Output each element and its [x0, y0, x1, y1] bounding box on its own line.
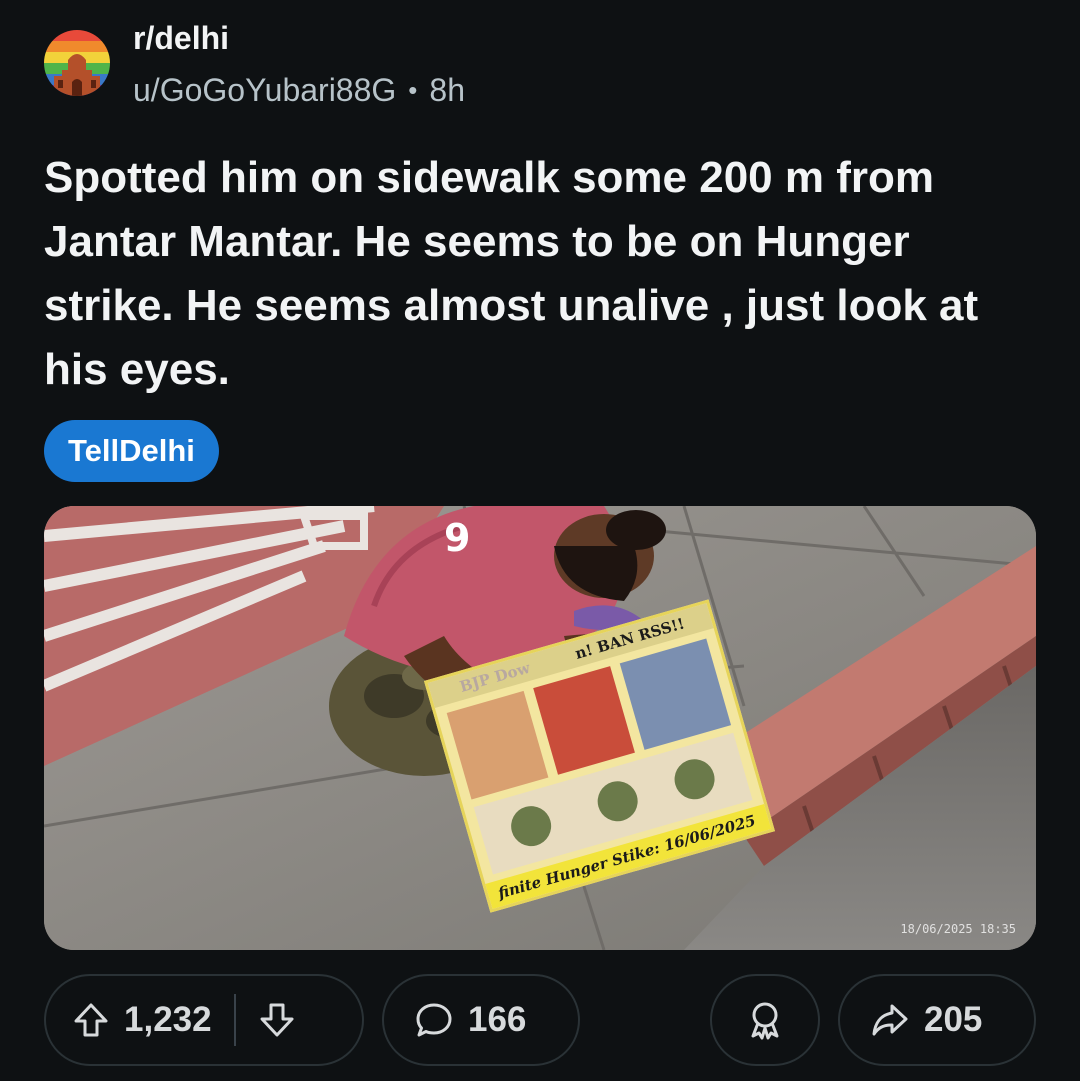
comment-count: 166 — [468, 1000, 527, 1039]
post-image[interactable]: 9 BJP Dow n! BAN RSS!! finite Hunger Sti… — [44, 506, 1036, 950]
subreddit-logo-icon — [44, 30, 110, 96]
award-button[interactable] — [710, 974, 820, 1066]
post-title[interactable]: Spotted him on sidewalk some 200 m from … — [44, 146, 1044, 402]
share-button[interactable]: 205 — [838, 974, 1036, 1066]
post-card: r/delhi u/GoGoYubari88G • 8h Spotted him… — [0, 0, 1080, 1081]
share-icon — [870, 1000, 910, 1040]
upvote-icon[interactable] — [72, 1001, 110, 1039]
post-flair[interactable]: TellDelhi — [44, 420, 219, 482]
post-meta: u/GoGoYubari88G • 8h — [133, 72, 465, 109]
author-name[interactable]: u/GoGoYubari88G — [133, 72, 396, 109]
post-time: 8h — [429, 72, 465, 108]
subreddit-name[interactable]: r/delhi — [133, 20, 229, 57]
comments-button[interactable]: 166 — [382, 974, 580, 1066]
photo-timestamp: 18/06/2025 18:35 — [900, 922, 1016, 936]
vote-divider — [233, 994, 236, 1046]
upvote-count: 1,232 — [124, 1000, 212, 1039]
award-icon — [744, 999, 786, 1041]
vote-bar: 1,232 — [44, 974, 364, 1066]
downvote-icon[interactable] — [258, 1001, 296, 1039]
meta-separator: • — [408, 75, 418, 105]
comment-icon — [414, 1000, 454, 1040]
share-count: 205 — [924, 1000, 983, 1039]
shirt-number: 9 — [444, 516, 470, 560]
subreddit-avatar[interactable] — [44, 30, 110, 96]
